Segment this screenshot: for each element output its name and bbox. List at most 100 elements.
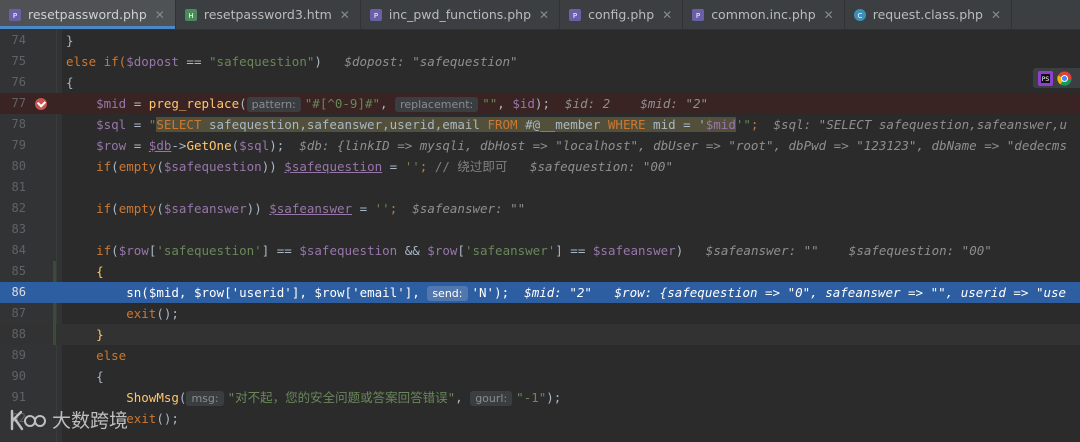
- tab-resetpassword3-htm[interactable]: H resetpassword3.htm ✕: [176, 0, 361, 29]
- tab-label: config.php: [588, 7, 655, 22]
- line-number: 77: [11, 96, 26, 110]
- code-token: ;: [750, 117, 759, 132]
- code-token: =: [126, 96, 149, 111]
- code-line-80[interactable]: 80 if(empty($safequestion)) $safequestio…: [0, 156, 1080, 177]
- close-icon[interactable]: ✕: [824, 8, 834, 22]
- code-line-74[interactable]: 74 }: [0, 30, 1080, 51]
- svg-text:P: P: [573, 12, 577, 20]
- code-token: ;: [419, 159, 435, 174]
- code-line-91[interactable]: 91 ShowMsg(msg: "对不起，您的安全问题或答案回答错误", gour…: [0, 387, 1080, 408]
- code-line-83[interactable]: 83: [0, 219, 1080, 240]
- code-line-82[interactable]: 82 if(empty($safeanswer)) $safeanswer = …: [0, 198, 1080, 219]
- tab-label: inc_pwd_functions.php: [388, 7, 532, 22]
- code-line-87[interactable]: 87 exit();: [0, 303, 1080, 324]
- code-token: empty: [118, 159, 157, 174]
- chrome-icon[interactable]: [1057, 71, 1072, 86]
- code-line-84[interactable]: 84 if($row['safequestion'] == $safequest…: [0, 240, 1080, 261]
- php-file-icon: P: [692, 8, 705, 21]
- code-token: ): [314, 54, 322, 69]
- code-token: else if(: [66, 54, 127, 69]
- close-icon[interactable]: ✕: [340, 8, 350, 22]
- code-line-81[interactable]: 81: [0, 177, 1080, 198]
- code-token: "safequestion": [209, 54, 315, 69]
- change-marker: [53, 261, 56, 282]
- breakpoint-icon[interactable]: [35, 98, 47, 110]
- tab-inc-pwd-functions-php[interactable]: P inc_pwd_functions.php ✕: [361, 0, 561, 29]
- code-token: (: [178, 390, 187, 405]
- close-icon[interactable]: ✕: [539, 8, 549, 22]
- close-icon[interactable]: ✕: [991, 8, 1001, 22]
- code-line-76[interactable]: 76 {: [0, 72, 1080, 93]
- code-token: preg_replace: [148, 96, 240, 111]
- sql-token: #@__member: [517, 117, 608, 132]
- line-number: 91: [11, 390, 26, 404]
- line-number: 82: [11, 201, 26, 215]
- line-number: 90: [11, 369, 26, 383]
- line-number: 88: [11, 327, 26, 341]
- code-line-79[interactable]: 79 $row = $db->GetOne($sql); $db: {linkI…: [0, 135, 1080, 156]
- param-hint: pattern:: [246, 97, 301, 112]
- html-file-icon: H: [184, 8, 197, 21]
- inline-debug-value: $dopost: "safequestion": [344, 54, 518, 69]
- browser-preview-toolbar: PS: [1033, 68, 1080, 88]
- tab-request-class-php[interactable]: C request.class.php ✕: [845, 0, 1013, 29]
- code-line-78[interactable]: 78 $sql = "SELECT safequestion,safeanswe…: [0, 114, 1080, 135]
- class-file-icon: C: [853, 8, 866, 21]
- line-number: 74: [11, 33, 26, 47]
- code-token: ();: [156, 411, 179, 426]
- code-line-88-caret[interactable]: 88 }: [0, 324, 1080, 345]
- code-token: ,: [497, 96, 513, 111]
- code-token: $id: [512, 96, 535, 111]
- code-token: '': [374, 201, 390, 216]
- code-line-75[interactable]: 75 else if($dopost == "safequestion") $d…: [0, 51, 1080, 72]
- code-line-90[interactable]: 90 {: [0, 366, 1080, 387]
- code-token: {: [96, 264, 104, 279]
- code-editor[interactable]: 74 } 75 else if($dopost == "safequestion…: [0, 30, 1080, 429]
- inline-debug-value: $mid: "2": [640, 96, 709, 111]
- code-token: ->: [171, 138, 187, 153]
- code-token: ,: [380, 96, 396, 111]
- code-token: ();: [156, 306, 179, 321]
- close-icon[interactable]: ✕: [155, 8, 165, 22]
- tab-common-inc-php[interactable]: P common.inc.php ✕: [683, 0, 845, 29]
- code-token: ): [675, 243, 684, 258]
- tab-config-php[interactable]: P config.php ✕: [560, 0, 684, 29]
- code-token: "#[^0-9]#": [304, 96, 381, 111]
- code-token: "-1": [516, 390, 547, 405]
- code-line-86-current-execution[interactable]: 86 sn($mid, $row['userid'], $row['email'…: [0, 282, 1080, 303]
- code-token: '": [735, 117, 751, 132]
- code-line-89[interactable]: 89 else: [0, 345, 1080, 366]
- code-token: {: [66, 75, 74, 90]
- phpstorm-icon[interactable]: PS: [1038, 70, 1053, 86]
- code-token: 'userid': [231, 285, 292, 300]
- code-line-77-breakpoint[interactable]: 77 $mid = preg_replace(pattern: "#[^0-9]#…: [0, 93, 1080, 114]
- code-token: )): [261, 159, 285, 174]
- code-token: if: [96, 159, 112, 174]
- code-line-92[interactable]: 92 exit();: [0, 408, 1080, 429]
- line-number: 84: [11, 243, 26, 257]
- code-token: =: [352, 201, 375, 216]
- code-line-85[interactable]: 85 {: [0, 261, 1080, 282]
- code-token: (: [111, 159, 119, 174]
- code-token: );: [269, 138, 285, 153]
- sql-token: safequestion,safeanswer,userid,email: [201, 117, 488, 132]
- code-token: ] ==: [261, 243, 300, 258]
- code-token: $sql: [239, 138, 270, 153]
- code-token: (: [111, 243, 119, 258]
- code-token: 'safeanswer': [464, 243, 556, 258]
- code-token: ],: [291, 285, 315, 300]
- inline-debug-value: $row: {safequestion => "0", safeanswer =…: [614, 285, 1067, 300]
- code-token: =: [382, 159, 405, 174]
- code-token: "": [482, 96, 498, 111]
- param-hint: gourl:: [470, 391, 513, 406]
- close-icon[interactable]: ✕: [662, 8, 672, 22]
- sql-token: WHERE: [607, 117, 646, 132]
- code-token: ],: [404, 285, 428, 300]
- k-logo: [10, 409, 46, 430]
- tab-label: common.inc.php: [711, 7, 816, 22]
- code-token: 'email': [352, 285, 405, 300]
- tab-resetpassword-php[interactable]: P resetpassword.php ✕: [0, 0, 176, 29]
- svg-text:H: H: [188, 12, 193, 20]
- code-token: ] ==: [555, 243, 593, 258]
- code-token: (: [111, 201, 119, 216]
